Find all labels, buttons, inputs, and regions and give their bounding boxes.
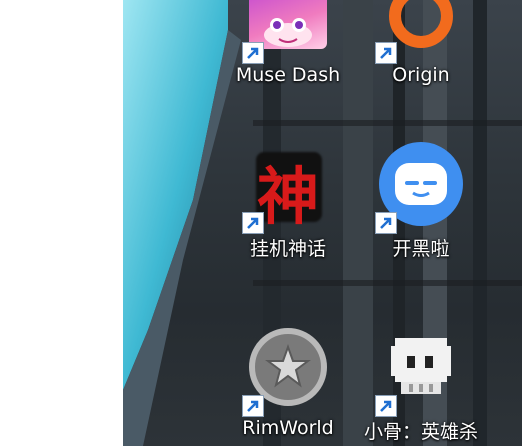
desktop-icon-label: RimWorld [242, 417, 334, 439]
desktop-icon-label: 挂机神话 [249, 238, 326, 260]
desktop-icon-muse-dash[interactable]: Muse Dash [233, 0, 343, 92]
desktop-icon-guaji-shenhua[interactable]: 神 挂机神话 [233, 142, 343, 262]
guaji-shenhua-icon: 神 [242, 142, 330, 234]
shortcut-arrow-icon [242, 395, 264, 417]
window-edge [0, 0, 123, 446]
desktop-icon-origin[interactable]: Origin [366, 0, 476, 92]
desktop-icon-kaiheila[interactable]: 开黑啦 [366, 142, 476, 262]
desktop-icon-skul[interactable]: 小骨：英雄杀 [364, 325, 479, 445]
shortcut-arrow-icon [375, 395, 397, 417]
desktop-icon-label: Origin [392, 64, 450, 86]
kaiheila-icon [375, 142, 463, 234]
shortcut-arrow-icon [375, 42, 397, 64]
desktop-icon-label: 开黑啦 [392, 238, 450, 260]
shortcut-arrow-icon [375, 212, 397, 234]
desktop-icon-label: Muse Dash [235, 64, 341, 86]
skul-icon [375, 325, 463, 417]
rimworld-icon [242, 325, 330, 417]
desktop-icon-label: 小骨：英雄杀 [364, 421, 479, 443]
origin-icon [375, 0, 463, 64]
shortcut-arrow-icon [242, 212, 264, 234]
desktop-icon-rimworld[interactable]: RimWorld [233, 325, 343, 445]
shortcut-arrow-icon [242, 42, 264, 64]
muse-dash-icon [242, 0, 330, 64]
